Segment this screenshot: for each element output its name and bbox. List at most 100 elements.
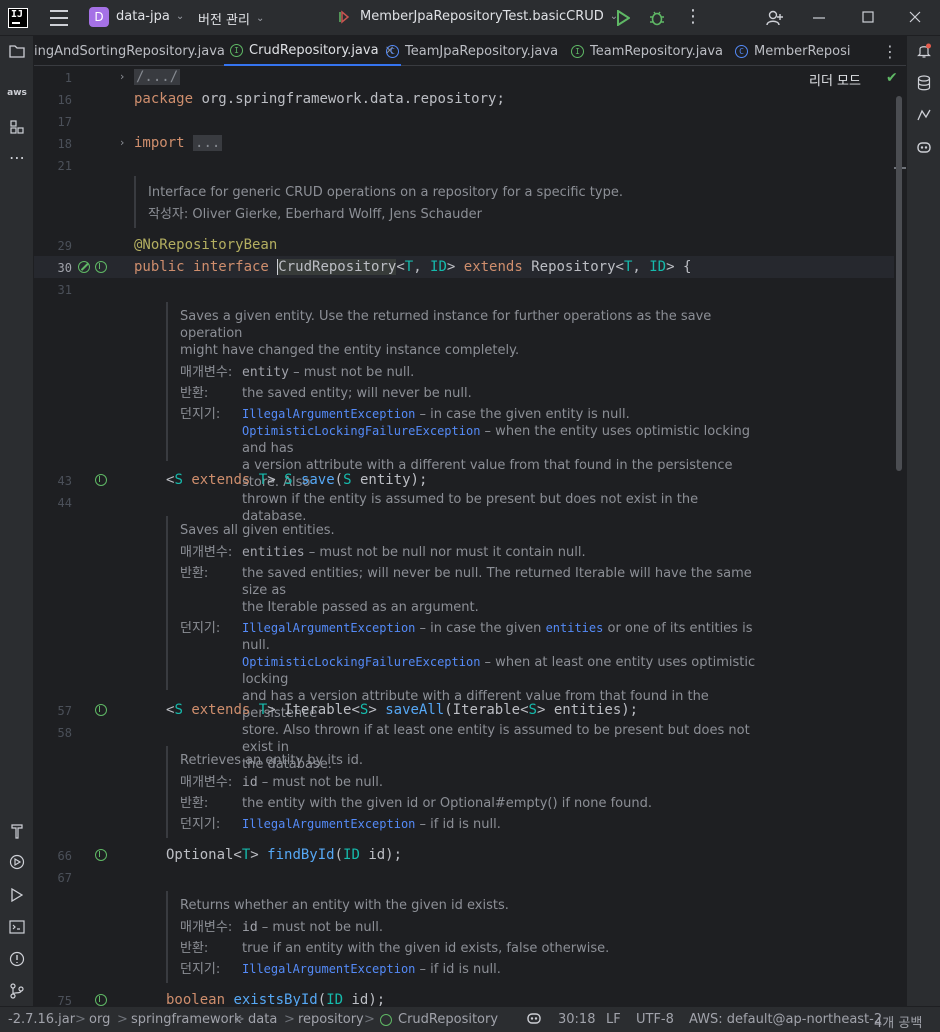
build-hammer-icon[interactable] [0,820,34,842]
doc-link[interactable]: OptimisticLockingFailureException [242,424,480,438]
implemented-icon[interactable] [95,261,107,273]
notifications-icon[interactable] [907,40,940,62]
return-type: Optional< [166,847,242,863]
type-param: T [258,472,268,488]
run-config-selector[interactable]: MemberJpaRepositoryTest.basicCRUD ⌄ [338,9,618,24]
reader-mode-button[interactable]: 리더 모드 [809,70,861,89]
doc-label: 반환: [180,796,209,811]
doc-param-row: 매개변수: id – must not be null. [180,919,686,936]
breadcrumb-org[interactable]: org [89,1012,110,1027]
doc-code: entity [242,365,289,380]
debug-icon[interactable] [648,9,666,27]
project-folder-icon[interactable] [0,40,34,62]
implemented-by-icon[interactable] [78,261,90,273]
keyword: extends [463,259,523,275]
doc-link[interactable]: IllegalArgumentException [242,817,415,831]
cursor-position[interactable]: 30:18 [558,1012,595,1027]
line-number: 18 [57,137,72,151]
line-number: 17 [57,115,72,129]
project-selector[interactable]: data-jpa ⌄ [116,9,184,24]
no-problems-check-icon[interactable]: ✔ [886,70,898,86]
more-tools-icon[interactable]: ⋯ [0,146,34,168]
breadcrumb-data[interactable]: data [248,1012,277,1027]
params: id); [343,992,386,1006]
tab-team-repository[interactable]: I TeamRepository.java [571,36,723,66]
intellij-logo-icon[interactable]: IJ [8,8,28,28]
folded-imports[interactable]: ... [193,135,223,151]
annotation: @NoRepositoryBean [134,237,278,253]
doc-link[interactable]: IllegalArgumentException [242,621,415,635]
doc-link[interactable]: OptimisticLockingFailureException [242,655,480,669]
services-icon[interactable] [0,851,34,873]
aws-connection[interactable]: AWS: default@ap-northeast-2 [689,1012,882,1027]
tab-team-jpa-repository[interactable]: C TeamJpaRepository.java [386,36,558,66]
tab-crud-repository[interactable]: I CrudRepository.java × [224,36,401,66]
doc-label: 반환: [180,386,209,401]
code-line-package: package org.springframework.data.reposit… [134,91,505,107]
main-menu-icon[interactable] [50,10,68,26]
tabs-more-icon[interactable]: ⋮ [882,36,898,66]
type-param: ID [649,259,667,275]
vcs-selector[interactable]: 버전 관리 ⌄ [198,9,264,28]
implemented-icon[interactable] [95,849,107,861]
doc-text: – if id is null. [415,962,501,977]
interface-icon: I [230,43,243,57]
breadcrumb-jar[interactable]: -2.7.16.jar [8,1012,75,1027]
doc-link[interactable]: IllegalArgumentException [242,407,415,421]
implemented-icon[interactable] [95,994,107,1006]
database-icon[interactable] [907,72,940,94]
problems-icon[interactable] [0,948,34,970]
structure-icon[interactable] [0,116,34,138]
doc-link[interactable]: IllegalArgumentException [242,962,415,976]
class-javadoc: Interface for generic CRUD operations on… [134,176,694,228]
add-user-icon[interactable] [766,9,784,27]
doc-param-row: 매개변수: entities – must not be null nor mus… [180,544,776,561]
doc-text: the saved entities; will never be null. … [242,566,752,598]
line-number: 58 [57,726,72,740]
line-number: 57 [57,704,72,718]
ai-assistant-icon[interactable] [907,104,940,126]
code-editor[interactable]: 리더 모드 ✔ 1 16 17 18 21 29 30 31 43 44 57 … [34,66,906,1006]
fold-expand-icon[interactable]: › [120,136,124,149]
code-line-save: <S extends T> S save(S entity); [166,472,427,488]
punct: < [396,259,405,275]
editor-tabs: ingAndSortingRepository.java I CrudRepos… [34,36,906,66]
minimize-icon[interactable] [812,11,826,25]
more-actions-icon[interactable]: ⋮ [684,6,702,27]
fold-expand-icon[interactable]: › [120,70,124,83]
breadcrumb-repository[interactable]: repository [298,1012,364,1027]
doc-throws-row: 던지기: IllegalArgumentException – if id is … [180,961,686,978]
implemented-icon[interactable] [95,704,107,716]
breadcrumb-crudrepository[interactable]: CrudRepository [398,1012,498,1027]
indent-setting[interactable]: 4개 공백 [874,1012,922,1031]
aws-icon[interactable]: aws [0,82,34,104]
line-number: 66 [57,849,72,863]
file-encoding[interactable]: UTF-8 [636,1012,674,1027]
doc-label: 반환: [180,941,209,956]
tab-paging-and-sorting-repository[interactable]: ingAndSortingRepository.java [34,36,225,66]
code-line-existsbyid: boolean existsById(ID id); [166,992,385,1006]
maximize-icon[interactable] [862,11,874,23]
breadcrumb-springframework[interactable]: springframework [131,1012,241,1027]
run-icon[interactable] [616,10,630,26]
doc-author-label: 작성자: [148,207,189,222]
terminal-icon[interactable] [0,916,34,938]
right-tool-strip [906,36,940,1006]
copilot-icon[interactable] [907,136,940,158]
tab-member-repository[interactable]: C MemberReposi [735,36,851,66]
implemented-icon[interactable] [95,474,107,486]
tab-label: MemberReposi [754,43,851,59]
git-icon[interactable] [0,980,34,1002]
punct: > { [666,259,692,275]
type-param: T [258,702,268,718]
doc-label: 매개변수: [180,775,233,790]
doc-text: – if id is null. [415,817,501,832]
copilot-status-icon[interactable] [526,1011,542,1029]
vertical-scrollbar[interactable] [896,96,902,471]
close-icon[interactable] [909,11,921,23]
interface-name: CrudRepository [277,259,397,275]
folded-header[interactable]: /.../ [134,69,181,85]
run-tool-icon[interactable] [0,884,34,906]
doc-label: 던지기: [180,817,221,832]
line-separator[interactable]: LF [606,1012,621,1027]
